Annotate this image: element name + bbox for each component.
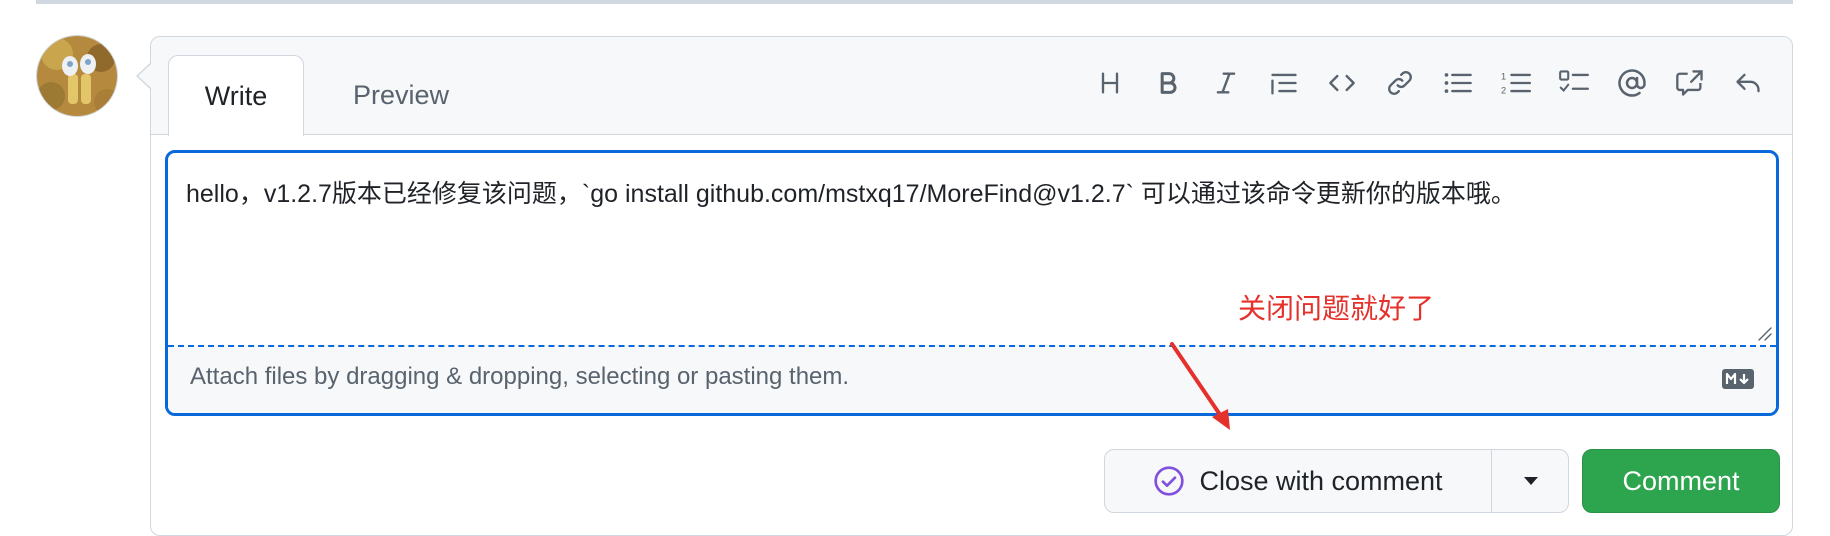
editor-header: Write Preview 1 2 — [151, 37, 1792, 136]
mention-icon[interactable] — [1612, 63, 1652, 103]
comment-caret-fill — [138, 64, 151, 88]
bold-icon[interactable] — [1148, 63, 1188, 103]
file-attachment-bar[interactable]: Attach files by dragging & dropping, sel… — [168, 345, 1776, 413]
close-with-comment-button[interactable]: Close with comment — [1105, 450, 1491, 512]
tab-write[interactable]: Write — [168, 55, 304, 136]
heading-icon[interactable] — [1090, 63, 1130, 103]
red-annotation-note: 关闭问题就好了 — [1238, 292, 1435, 325]
timeline-divider — [36, 0, 1793, 4]
markdown-icon[interactable] — [1722, 369, 1754, 389]
close-with-comment-label: Close with comment — [1199, 465, 1443, 496]
resize-handle-icon[interactable] — [1756, 325, 1772, 341]
tab-preview[interactable]: Preview — [321, 55, 481, 136]
close-with-comment-split-button: Close with comment — [1104, 449, 1569, 513]
close-options-dropdown[interactable] — [1492, 450, 1568, 512]
avatar[interactable] — [36, 35, 118, 117]
italic-icon[interactable] — [1206, 63, 1246, 103]
red-arrow-icon — [1170, 342, 1230, 430]
attach-hint: Attach files by dragging & dropping, sel… — [190, 363, 850, 390]
quote-icon[interactable] — [1264, 63, 1304, 103]
code-icon[interactable] — [1322, 63, 1362, 103]
reply-icon[interactable] — [1728, 63, 1768, 103]
svg-text:1: 1 — [1501, 72, 1506, 82]
avatar-image — [37, 36, 117, 116]
svg-text:2: 2 — [1501, 85, 1506, 95]
bulleted-list-icon[interactable] — [1438, 63, 1478, 103]
issue-closed-icon — [1153, 465, 1185, 497]
task-list-icon[interactable] — [1554, 63, 1594, 103]
comment-button[interactable]: Comment — [1582, 449, 1780, 513]
cross-reference-icon[interactable] — [1670, 63, 1710, 103]
comment-textarea[interactable]: hello，v1.2.7版本已经修复该问题，`go install github… — [168, 153, 1776, 351]
comment-editor[interactable]: hello，v1.2.7版本已经修复该问题，`go install github… — [165, 150, 1779, 416]
markdown-toolbar: 12 — [1072, 63, 1768, 103]
link-icon[interactable] — [1380, 63, 1420, 103]
triangle-down-icon — [1523, 477, 1538, 485]
numbered-list-icon[interactable]: 12 — [1496, 63, 1536, 103]
